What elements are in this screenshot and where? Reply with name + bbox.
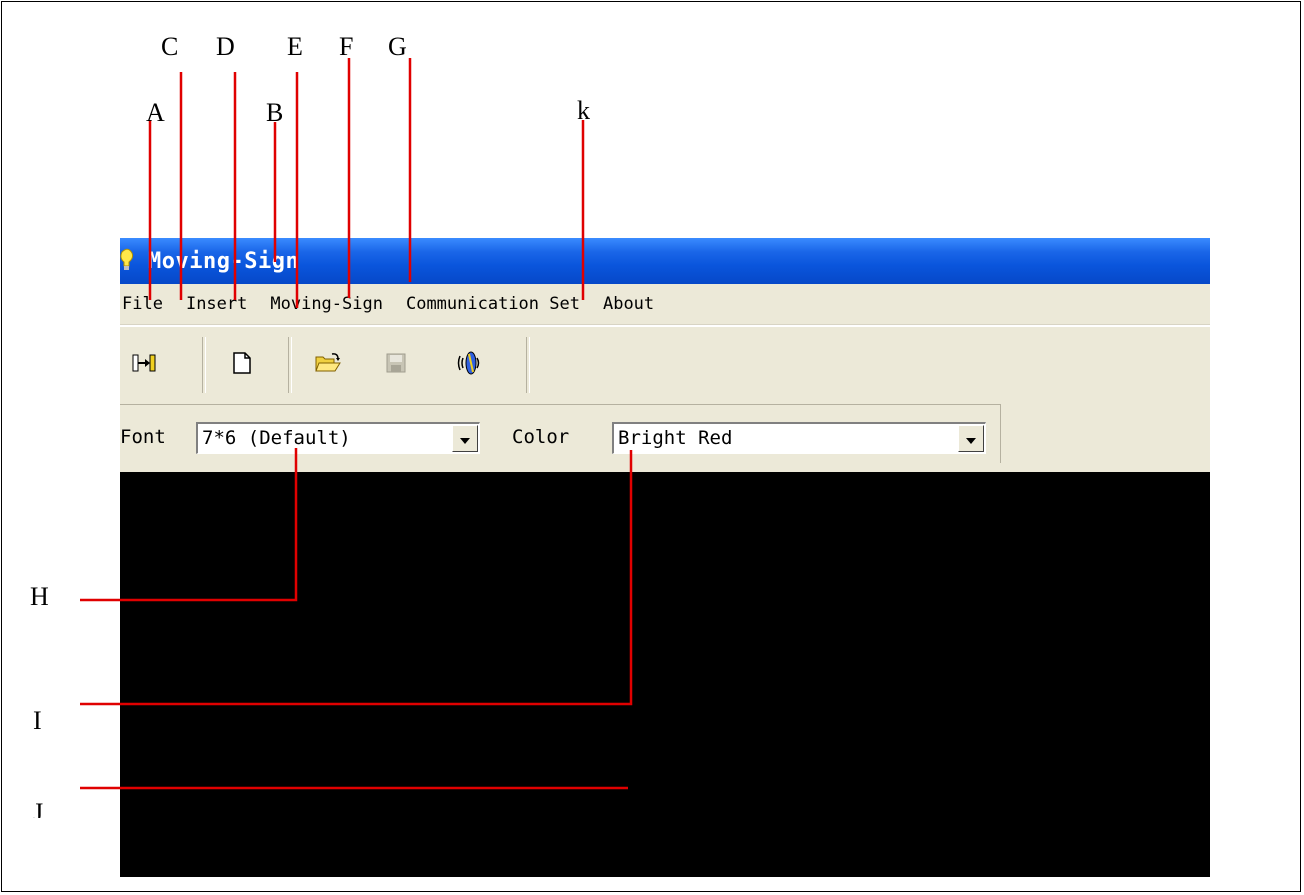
annotation-label-i: I <box>33 706 42 735</box>
annotation-label-j: J <box>33 800 44 818</box>
annotation-label-c: C <box>161 32 179 61</box>
annotation-label-f: F <box>339 32 354 61</box>
annotation-label-d: D <box>216 32 235 61</box>
annotation-lines <box>80 58 633 790</box>
annotation-label-j-clip: J <box>33 800 53 818</box>
annotation-line-i <box>80 450 633 706</box>
annotation-label-a: A <box>146 98 165 127</box>
annotation-label-b: B <box>266 98 284 127</box>
annotation-label-g: G <box>388 32 407 61</box>
annotation-line-h <box>80 448 298 602</box>
annotation-label-h: H <box>30 582 49 611</box>
annotation-label-e: E <box>287 32 303 61</box>
annotation-label-k: k <box>577 96 590 125</box>
